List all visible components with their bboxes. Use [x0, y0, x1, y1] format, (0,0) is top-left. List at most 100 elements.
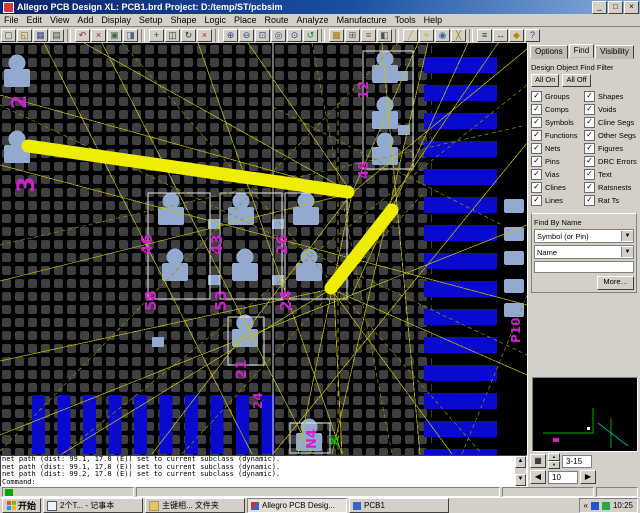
find-mode-dropdown[interactable]: Name ▼ — [534, 245, 634, 259]
checkbox-icon[interactable]: ✓ — [531, 117, 542, 128]
all-on-button[interactable]: All On — [531, 74, 560, 87]
component-pad[interactable] — [372, 147, 398, 165]
add-via-icon[interactable]: ◉ — [435, 28, 450, 42]
menu-item-help[interactable]: Help — [420, 15, 447, 25]
grid-icon[interactable]: ▦ — [530, 454, 546, 468]
filter-text[interactable]: ✓ Text — [584, 168, 637, 181]
component-pin[interactable] — [232, 192, 250, 210]
etch-bar[interactable] — [424, 169, 497, 185]
scale-spinner[interactable]: ▲ ▼ — [548, 453, 560, 469]
component-pad[interactable] — [152, 337, 164, 347]
component-pin[interactable] — [166, 248, 184, 266]
page-right-icon[interactable]: ▶ — [580, 470, 596, 484]
filter-shapes[interactable]: ✓ Shapes — [584, 90, 637, 103]
console-scrollbar[interactable]: ▲ ▼ — [515, 456, 526, 486]
start-button[interactable]: 开始 — [2, 498, 42, 513]
zoom-world-icon[interactable]: ◎ — [271, 28, 286, 42]
redraw-icon[interactable]: ↺ — [303, 28, 318, 42]
filter-ratsnests[interactable]: ✓ Ratsnests — [584, 181, 637, 194]
checkbox-icon[interactable]: ✓ — [531, 91, 542, 102]
minimize-button[interactable]: _ — [592, 0, 607, 14]
print-icon[interactable]: ▤ — [49, 28, 64, 42]
chevron-down-icon[interactable]: ▼ — [621, 247, 633, 257]
checkbox-icon[interactable]: ✓ — [531, 104, 542, 115]
checkbox-icon[interactable]: ✓ — [584, 130, 595, 141]
all-off-button[interactable]: All Off — [562, 74, 591, 87]
maximize-button[interactable]: □ — [608, 0, 623, 14]
menu-item-edit[interactable]: Edit — [23, 15, 47, 25]
component-pin[interactable] — [162, 192, 180, 210]
menu-item-setup[interactable]: Setup — [135, 15, 167, 25]
filter-other-segs[interactable]: ✓ Other Segs — [584, 129, 637, 142]
checkbox-icon[interactable]: ✓ — [584, 182, 595, 193]
filter-rat-ts[interactable]: ✓ Rat Ts — [584, 194, 637, 207]
zoom-out-icon[interactable]: ⊖ — [239, 28, 254, 42]
net-label[interactable]: 46 — [138, 234, 156, 255]
save-icon[interactable]: ▦ — [33, 28, 48, 42]
checkbox-icon[interactable]: ✓ — [584, 195, 595, 206]
mirror-icon[interactable]: ◫ — [165, 28, 180, 42]
chevron-down-icon[interactable]: ▼ — [621, 231, 633, 241]
component-pad[interactable] — [232, 263, 258, 281]
net-label[interactable]: 21 — [234, 360, 250, 379]
tab-find[interactable]: Find — [568, 44, 595, 58]
component-pin[interactable] — [236, 248, 254, 266]
etch-bar[interactable] — [236, 395, 249, 454]
measure-icon[interactable]: ↔ — [493, 28, 508, 42]
find-type-dropdown[interactable]: Symbol (or Pin) ▼ — [534, 229, 634, 243]
paste-icon[interactable]: ◨ — [123, 28, 138, 42]
etch-bar[interactable] — [210, 395, 224, 454]
etch-bar[interactable] — [424, 309, 497, 325]
checkbox-icon[interactable]: ✓ — [531, 156, 542, 167]
etch-bar[interactable] — [424, 365, 497, 381]
move-icon[interactable]: + — [149, 28, 164, 42]
filter-pins[interactable]: ✓ Pins — [531, 155, 584, 168]
shadow-toggle-icon[interactable]: ◧ — [377, 28, 392, 42]
filter-functions[interactable]: ✓ Functions — [531, 129, 584, 142]
tab-visibility[interactable]: Visibility — [595, 45, 634, 59]
zoom-fit-icon[interactable]: ⊡ — [255, 28, 270, 42]
etch-bar[interactable] — [424, 337, 497, 353]
tray-app-icon[interactable] — [601, 501, 610, 510]
task-button-pcb1[interactable]: PCB1 — [349, 498, 450, 513]
net-label[interactable]: 3 — [12, 176, 40, 193]
filter-groups[interactable]: ✓ Groups — [531, 90, 584, 103]
filter-nets[interactable]: ✓ Nets — [531, 142, 584, 155]
component-pad[interactable] — [162, 263, 188, 281]
etch-bar[interactable] — [57, 395, 71, 454]
filter-clines[interactable]: ✓ Clines — [531, 181, 584, 194]
checkbox-icon[interactable]: ✓ — [531, 182, 542, 193]
menu-item-add[interactable]: Add — [73, 15, 97, 25]
net-label[interactable]: 43 — [208, 234, 226, 255]
checkbox-icon[interactable]: ✓ — [584, 91, 595, 102]
net-label[interactable]: N4 — [305, 429, 320, 449]
checkbox-icon[interactable]: ✓ — [584, 104, 595, 115]
checkbox-icon[interactable]: ✓ — [531, 143, 542, 154]
delete-icon[interactable]: × — [197, 28, 212, 42]
task-button-allegro-pcb-desig[interactable]: Allegro PCB Desig... — [247, 498, 348, 513]
filter-vias[interactable]: ✓ Vias — [531, 168, 584, 181]
open-file-icon[interactable]: ◱ — [17, 28, 32, 42]
net-label[interactable]: P10 — [509, 318, 523, 344]
filter-cline-segs[interactable]: ✓ Cline Segs — [584, 116, 637, 129]
close-button[interactable]: × — [624, 0, 639, 14]
etch-bar[interactable] — [32, 395, 45, 454]
find-name-input[interactable] — [534, 261, 634, 273]
etch-bar[interactable] — [83, 395, 96, 454]
ratsnest-icon[interactable]: ╳ — [451, 28, 466, 42]
tab-options[interactable]: Options — [530, 45, 568, 59]
etch-bar[interactable] — [424, 141, 497, 157]
menu-item-logic[interactable]: Logic — [200, 15, 230, 25]
net-label[interactable]: 58 — [142, 290, 160, 311]
component-pin[interactable] — [376, 50, 394, 68]
filter-figures[interactable]: ✓ Figures — [584, 142, 637, 155]
zoom-previous-icon[interactable]: ⊙ — [287, 28, 302, 42]
checkbox-icon[interactable]: ✓ — [584, 117, 595, 128]
etch-bar[interactable] — [424, 225, 497, 241]
slide-icon[interactable]: ≈ — [419, 28, 434, 42]
component-pad[interactable] — [158, 207, 184, 225]
menu-item-manufacture[interactable]: Manufacture — [333, 15, 391, 25]
copy-icon[interactable]: ▣ — [107, 28, 122, 42]
filter-lines[interactable]: ✓ Lines — [531, 194, 584, 207]
undo-icon[interactable]: ↶ — [75, 28, 90, 42]
